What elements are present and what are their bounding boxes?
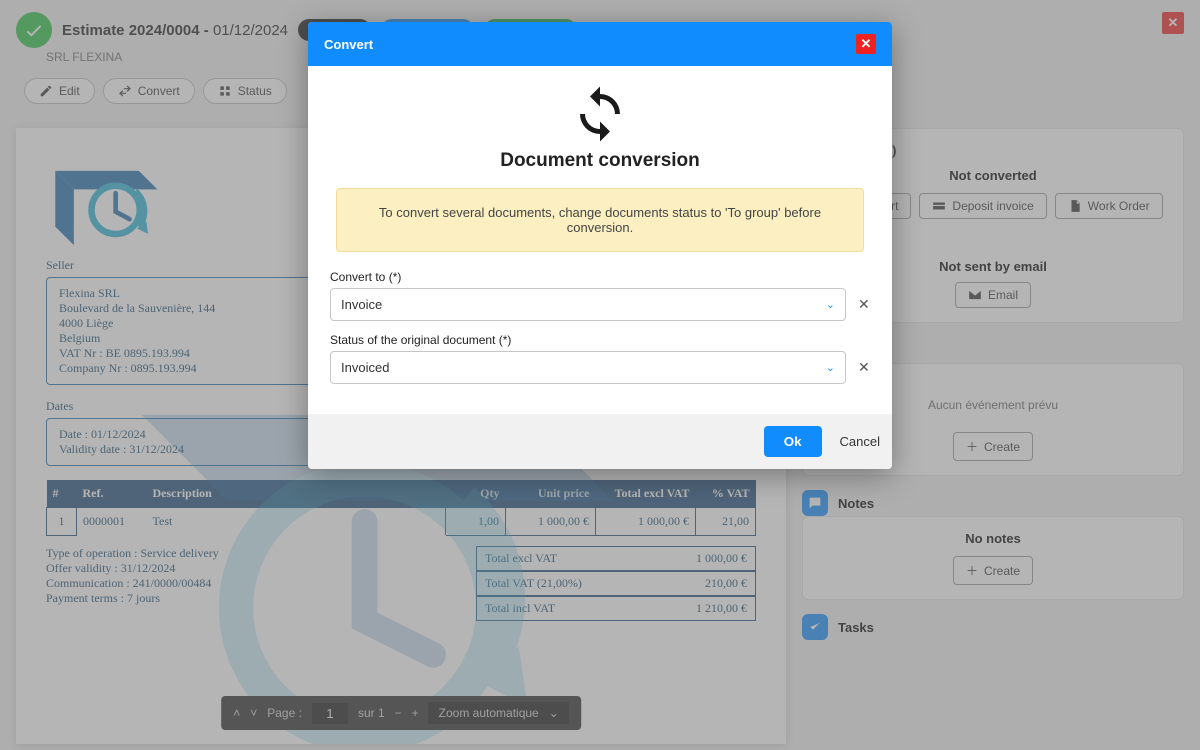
clear-convert-to-button[interactable]: ✕ (858, 296, 870, 313)
convert-to-select[interactable]: Invoice ⌄ (330, 288, 846, 321)
modal-overlay[interactable]: Convert ✕ Document conversion To convert… (0, 0, 1200, 750)
ok-button[interactable]: Ok (764, 426, 822, 457)
clear-status-button[interactable]: ✕ (858, 359, 870, 376)
modal-close-button[interactable]: ✕ (856, 34, 876, 54)
modal-header-title: Convert (324, 37, 373, 52)
modal-title: Document conversion (330, 150, 870, 172)
cancel-button[interactable]: Cancel (840, 434, 880, 449)
convert-to-label: Convert to (*) (330, 270, 870, 284)
modal-alert: To convert several documents, change doc… (336, 188, 864, 252)
convert-modal: Convert ✕ Document conversion To convert… (308, 22, 892, 469)
refresh-icon (330, 84, 870, 144)
chevron-down-icon: ⌄ (826, 361, 835, 374)
orig-status-label: Status of the original document (*) (330, 333, 870, 347)
chevron-down-icon: ⌄ (826, 298, 835, 311)
orig-status-select[interactable]: Invoiced ⌄ (330, 351, 846, 384)
